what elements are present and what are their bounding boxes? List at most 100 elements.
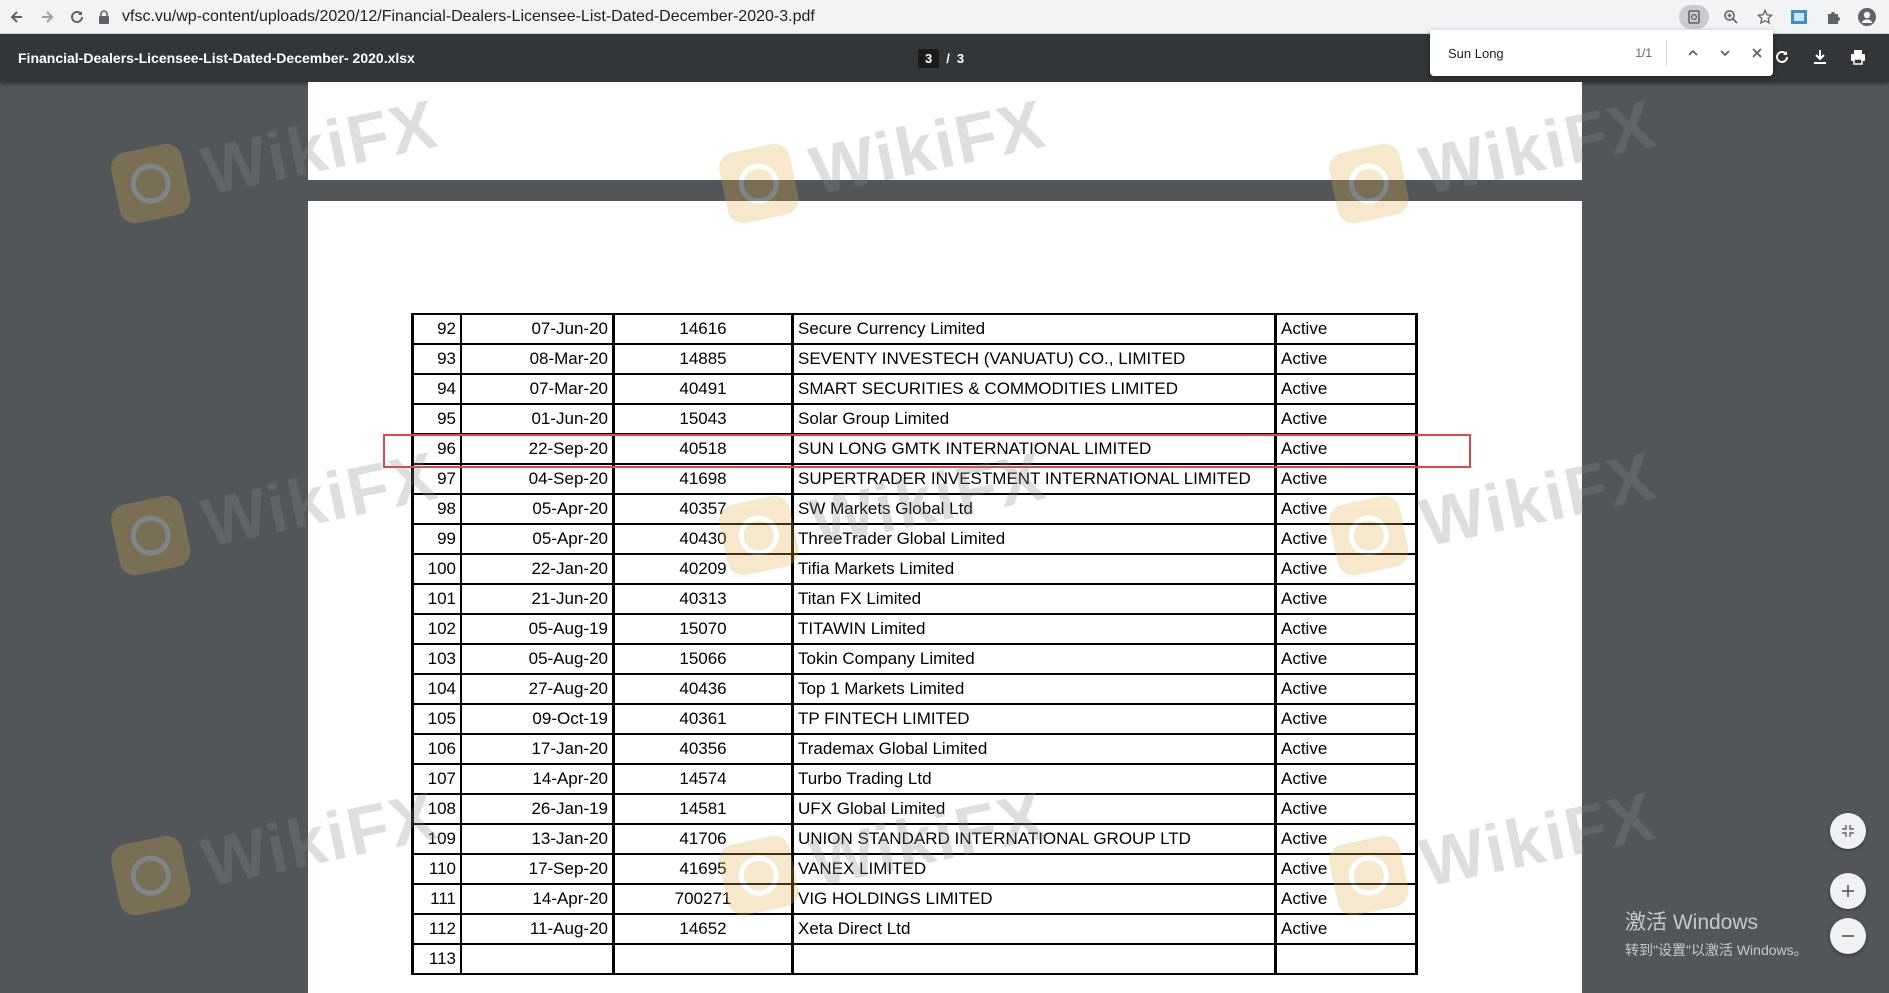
row-license-number: 15070	[612, 613, 794, 645]
activation-title: 激活 Windows	[1625, 911, 1759, 934]
download-icon[interactable]	[1809, 46, 1831, 68]
row-date: 14-Apr-20	[460, 763, 615, 795]
table-row: 94 07-Mar-20 40491 SMART SECURITIES & COMMO…	[411, 373, 1418, 405]
row-license-number: 14574	[612, 763, 794, 795]
row-date: 22-Jan-20	[460, 553, 615, 585]
activation-subtitle: 转到"设置"以激活 Windows。	[1625, 942, 1808, 958]
find-bar: 1/1	[1430, 30, 1773, 76]
table-row: 97 04-Sep-20 41698 SUPERTRADER INVESTMENT I…	[411, 463, 1418, 495]
print-icon[interactable]	[1847, 46, 1869, 68]
row-number: 97	[411, 463, 462, 495]
row-license-number	[612, 943, 794, 975]
search-page-icon[interactable]	[1679, 4, 1709, 29]
row-status: Active	[1274, 343, 1418, 375]
row-license-number: 40313	[612, 583, 794, 615]
row-company-name: TP FINTECH LIMITED	[791, 703, 1277, 735]
url-bar[interactable]: vfsc.vu/wp-content/uploads/2020/12/Finan…	[98, 4, 1679, 30]
extension-icon[interactable]	[1787, 5, 1811, 29]
row-license-number: 40430	[612, 523, 794, 555]
row-date: 05-Aug-19	[460, 613, 615, 645]
row-status: Active	[1274, 613, 1418, 645]
row-company-name: Titan FX Limited	[791, 583, 1277, 615]
find-close-icon[interactable]	[1743, 39, 1771, 67]
row-status: Active	[1274, 793, 1418, 825]
row-status	[1274, 943, 1418, 975]
row-company-name: Tifia Markets Limited	[791, 553, 1277, 585]
row-number: 106	[411, 733, 462, 765]
table-row: 107 14-Apr-20 14574 Turbo Trading Ltd Active	[411, 763, 1418, 795]
row-number: 92	[411, 313, 462, 345]
row-license-number: 41706	[612, 823, 794, 855]
row-status: Active	[1274, 313, 1418, 345]
table-row: 108 26-Jan-19 14581 UFX Global Limited Activ…	[411, 793, 1418, 825]
row-license-number: 40357	[612, 493, 794, 525]
row-company-name: Tokin Company Limited	[791, 643, 1277, 675]
find-input[interactable]	[1446, 44, 1610, 62]
row-number: 101	[411, 583, 462, 615]
row-company-name: UFX Global Limited	[791, 793, 1277, 825]
table-row: 106 17-Jan-20 40356 Trademax Global Limited…	[411, 733, 1418, 765]
row-company-name: Secure Currency Limited	[791, 313, 1277, 345]
find-result-count: 1/1	[1635, 46, 1652, 60]
row-date: 13-Jan-20	[460, 823, 615, 855]
row-date: 09-Oct-19	[460, 703, 615, 735]
total-pages: 3	[956, 50, 965, 66]
zoom-icon[interactable]	[1719, 5, 1743, 29]
row-status: Active	[1274, 883, 1418, 915]
row-date: 05-Apr-20	[460, 523, 615, 555]
table-row: 112 11-Aug-20 14652 Xeta Direct Ltd Active	[411, 913, 1418, 945]
table-row: 99 05-Apr-20 40430 ThreeTrader Global Limit…	[411, 523, 1418, 555]
row-date: 07-Jun-20	[460, 313, 615, 345]
row-license-number: 15043	[612, 403, 794, 435]
back-icon[interactable]	[4, 4, 30, 30]
table-row: 105 09-Oct-19 40361 TP FINTECH LIMITED Activ…	[411, 703, 1418, 735]
table-row: 102 05-Aug-19 15070 TITAWIN Limited Active	[411, 613, 1418, 645]
find-next-icon[interactable]	[1711, 39, 1739, 67]
star-icon[interactable]	[1753, 5, 1777, 29]
rotate-icon[interactable]	[1771, 46, 1793, 68]
reload-icon[interactable]	[64, 4, 90, 30]
row-company-name: VIG HOLDINGS LIMITED	[791, 883, 1277, 915]
row-status: Active	[1274, 823, 1418, 855]
row-license-number: 14885	[612, 343, 794, 375]
row-status: Active	[1274, 403, 1418, 435]
row-company-name: VANEX LIMITED	[791, 853, 1277, 885]
row-status: Active	[1274, 763, 1418, 795]
table-row: 92 07-Jun-20 14616 Secure Currency Limited A…	[411, 313, 1418, 345]
row-number: 110	[411, 853, 462, 885]
row-number: 104	[411, 673, 462, 705]
row-license-number: 14652	[612, 913, 794, 945]
row-date: 14-Apr-20	[460, 883, 615, 915]
table-row: 104 27-Aug-20 40436 Top 1 Markets Limited Ac…	[411, 673, 1418, 705]
profile-icon[interactable]	[1855, 5, 1879, 29]
puzzle-icon[interactable]	[1821, 5, 1845, 29]
zoom-in-icon[interactable]	[1830, 873, 1866, 909]
row-license-number: 40356	[612, 733, 794, 765]
row-license-number: 14581	[612, 793, 794, 825]
find-previous-icon[interactable]	[1679, 39, 1707, 67]
row-number: 93	[411, 343, 462, 375]
row-license-number: 40361	[612, 703, 794, 735]
row-status: Active	[1274, 853, 1418, 885]
row-number: 108	[411, 793, 462, 825]
licensee-table: 92 07-Jun-20 14616 Secure Currency Limited A…	[411, 313, 1418, 975]
row-number: 107	[411, 763, 462, 795]
row-status: Active	[1274, 703, 1418, 735]
row-license-number: 41695	[612, 853, 794, 885]
row-status: Active	[1274, 583, 1418, 615]
wikifx-logo-icon	[108, 492, 194, 579]
current-page-input[interactable]: 3	[918, 48, 940, 68]
row-company-name: Top 1 Markets Limited	[791, 673, 1277, 705]
row-date: 01-Jun-20	[460, 403, 615, 435]
fit-page-icon[interactable]	[1830, 813, 1866, 849]
row-number: 102	[411, 613, 462, 645]
table-row: 101 21-Jun-20 40313 Titan FX Limited Active	[411, 583, 1418, 615]
row-company-name: Solar Group Limited	[791, 403, 1277, 435]
zoom-out-icon[interactable]	[1830, 918, 1866, 954]
row-date: 05-Aug-20	[460, 643, 615, 675]
row-number: 103	[411, 643, 462, 675]
forward-icon[interactable]	[34, 4, 60, 30]
row-license-number: 700271	[612, 883, 794, 915]
row-number: 94	[411, 373, 462, 405]
row-company-name: UNION STANDARD INTERNATIONAL GROUP LTD	[791, 823, 1277, 855]
